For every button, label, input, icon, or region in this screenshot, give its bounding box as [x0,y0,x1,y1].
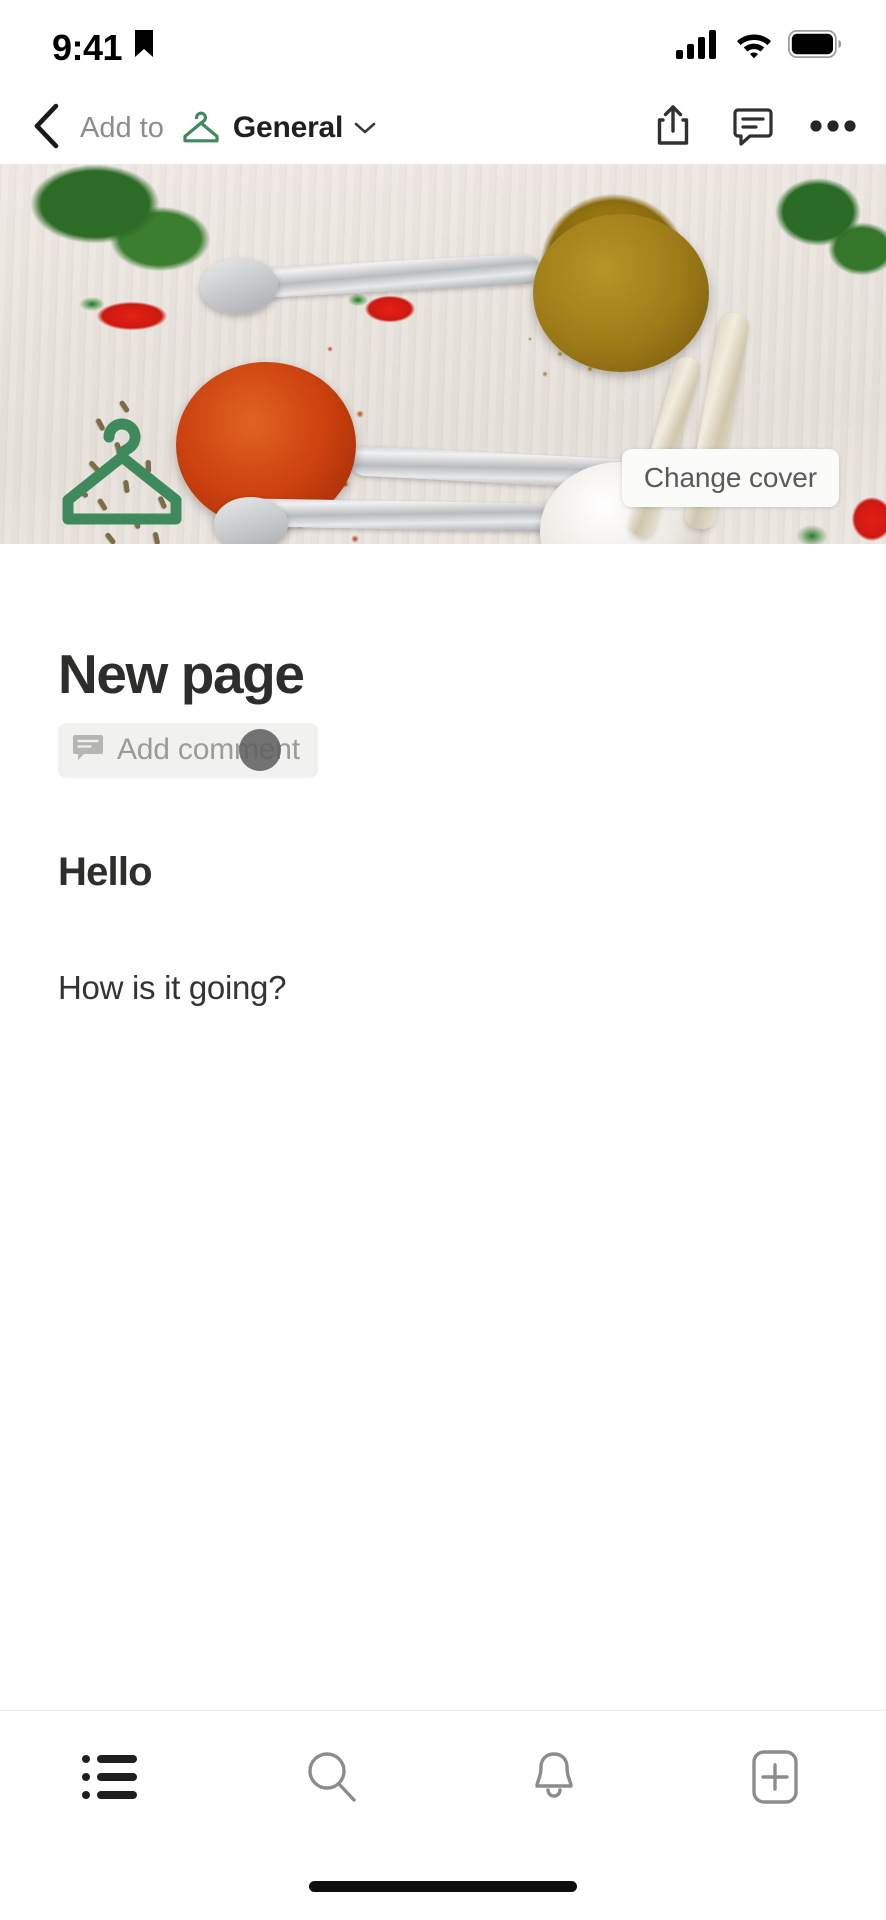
more-button[interactable] [810,105,856,151]
back-button[interactable] [22,103,70,154]
page-content: New page Add comment Hello How is it goi… [0,544,886,1007]
comment-icon [732,104,774,153]
list-icon [81,1753,140,1806]
bell-icon [529,1750,579,1809]
tab-home[interactable] [0,1711,222,1848]
add-to-label: Add to [80,111,164,144]
nav-bar: Add to General [0,92,886,164]
nav-actions [650,103,856,154]
share-button[interactable] [650,103,696,154]
status-time: 9:41 [52,27,123,68]
page-title[interactable]: New page [58,544,828,705]
workspace-name[interactable]: General [233,111,344,145]
status-bar-left: 9:41 [52,26,155,66]
add-comment-button[interactable]: Add comment [58,722,318,778]
tab-bar [0,1710,886,1848]
tab-inbox[interactable] [443,1711,665,1848]
search-icon [305,1750,359,1809]
tab-new-page[interactable] [665,1711,886,1848]
new-page-plus-icon [752,1750,798,1809]
status-bar: 9:41 [0,0,886,92]
change-cover-button[interactable]: Change cover [621,449,839,507]
location-arrow-icon [133,29,155,64]
cellular-signal-icon [676,29,720,64]
content-block-heading[interactable]: Hello [58,850,828,895]
tab-search[interactable] [222,1711,444,1848]
comment-icon [72,733,104,768]
battery-full-icon [787,29,842,63]
share-icon [653,103,693,154]
page-icon[interactable] [60,418,184,543]
more-horizontal-icon [810,119,856,138]
status-bar-right [676,29,842,64]
page-body: New page Add comment Hello How is it goi… [0,418,886,1007]
clothes-hanger-icon [182,110,220,146]
home-indicator [309,1881,577,1892]
touch-indicator [239,729,281,771]
comment-button[interactable] [730,105,776,151]
turmeric-spoon-bowl [533,214,709,372]
chevron-left-icon [32,103,60,154]
content-block-paragraph[interactable]: How is it going? [58,969,828,1007]
clothes-hanger-icon [60,414,184,543]
chevron-down-icon[interactable] [354,121,376,135]
wifi-icon [734,29,774,64]
